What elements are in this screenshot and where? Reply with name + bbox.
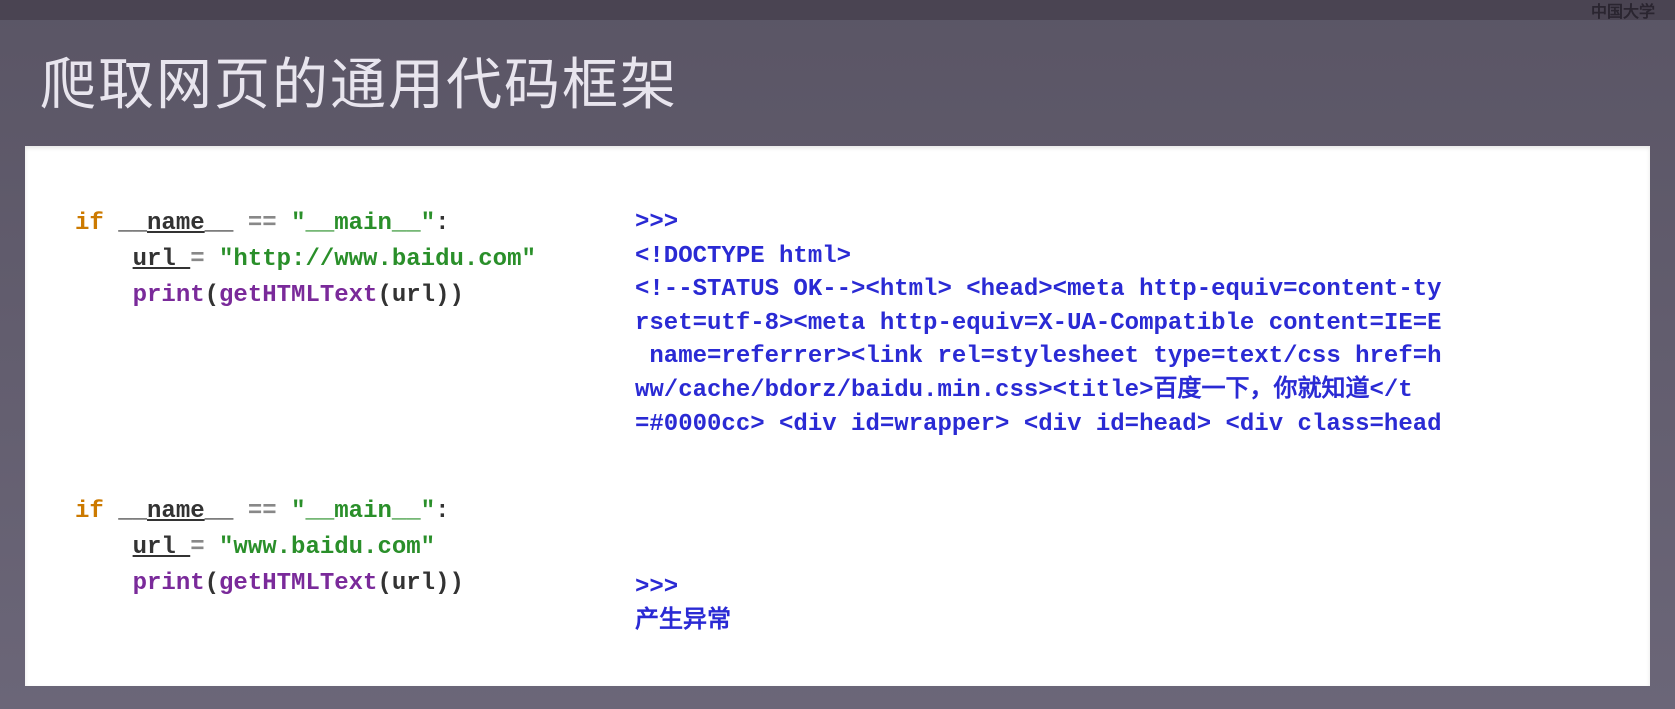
repl-prompt: >>> bbox=[635, 209, 678, 236]
colon: : bbox=[435, 498, 449, 525]
url-var: url bbox=[133, 534, 191, 561]
eq-op: == bbox=[248, 498, 277, 525]
content-panel: if __name__ == "__main__": url = "http:/… bbox=[25, 146, 1650, 686]
dunder-post: __ bbox=[205, 498, 248, 525]
print-func: print bbox=[133, 282, 205, 309]
code-example-1: if __name__ == "__main__": url = "http:/… bbox=[75, 206, 575, 314]
output-example-2: >>> 产生异常 bbox=[635, 571, 1610, 638]
url-string: "http://www.baidu.com" bbox=[205, 246, 536, 273]
indent bbox=[75, 246, 133, 273]
dunder-pre: __ bbox=[104, 498, 147, 525]
assign-op: = bbox=[190, 246, 204, 273]
keyword-if: if bbox=[75, 498, 104, 525]
paren-close: )) bbox=[435, 570, 464, 597]
keyword-if: if bbox=[75, 210, 104, 237]
paren: ( bbox=[377, 570, 391, 597]
url-arg: url bbox=[392, 282, 435, 309]
header-bar: 中国大学 bbox=[0, 0, 1675, 20]
repl-prompt: >>> bbox=[635, 574, 678, 601]
dunder-pre: __ bbox=[104, 210, 147, 237]
output-example-1: >>> <!DOCTYPE html> <!--STATUS OK--><htm… bbox=[635, 206, 1610, 441]
output-body: 产生异常 bbox=[635, 608, 731, 635]
assign-op: = bbox=[190, 534, 204, 561]
dunder-post: __ bbox=[205, 210, 248, 237]
watermark: 中国大学 bbox=[1591, 0, 1655, 22]
paren-close: )) bbox=[435, 282, 464, 309]
output-column: >>> <!DOCTYPE html> <!--STATUS OK--><htm… bbox=[635, 206, 1610, 646]
code-example-2: if __name__ == "__main__": url = "www.ba… bbox=[75, 494, 575, 602]
indent bbox=[75, 534, 133, 561]
indent bbox=[75, 570, 133, 597]
gethtml-func: getHTMLText bbox=[219, 282, 377, 309]
main-string: "__main__" bbox=[277, 210, 435, 237]
main-string: "__main__" bbox=[277, 498, 435, 525]
name-var: name bbox=[147, 210, 205, 237]
eq-op: == bbox=[248, 210, 277, 237]
print-func: print bbox=[133, 570, 205, 597]
colon: : bbox=[435, 210, 449, 237]
url-string: "www.baidu.com" bbox=[205, 534, 435, 561]
code-column: if __name__ == "__main__": url = "http:/… bbox=[75, 206, 575, 646]
name-var: name bbox=[147, 498, 205, 525]
paren: ( bbox=[205, 282, 219, 309]
output-body: <!DOCTYPE html> <!--STATUS OK--><html> <… bbox=[635, 243, 1442, 438]
url-arg: url bbox=[392, 570, 435, 597]
slide-title: 爬取网页的通用代码框架 bbox=[0, 20, 1675, 146]
paren: ( bbox=[377, 282, 391, 309]
indent bbox=[75, 282, 133, 309]
paren: ( bbox=[205, 570, 219, 597]
url-var: url bbox=[133, 246, 191, 273]
gethtml-func: getHTMLText bbox=[219, 570, 377, 597]
